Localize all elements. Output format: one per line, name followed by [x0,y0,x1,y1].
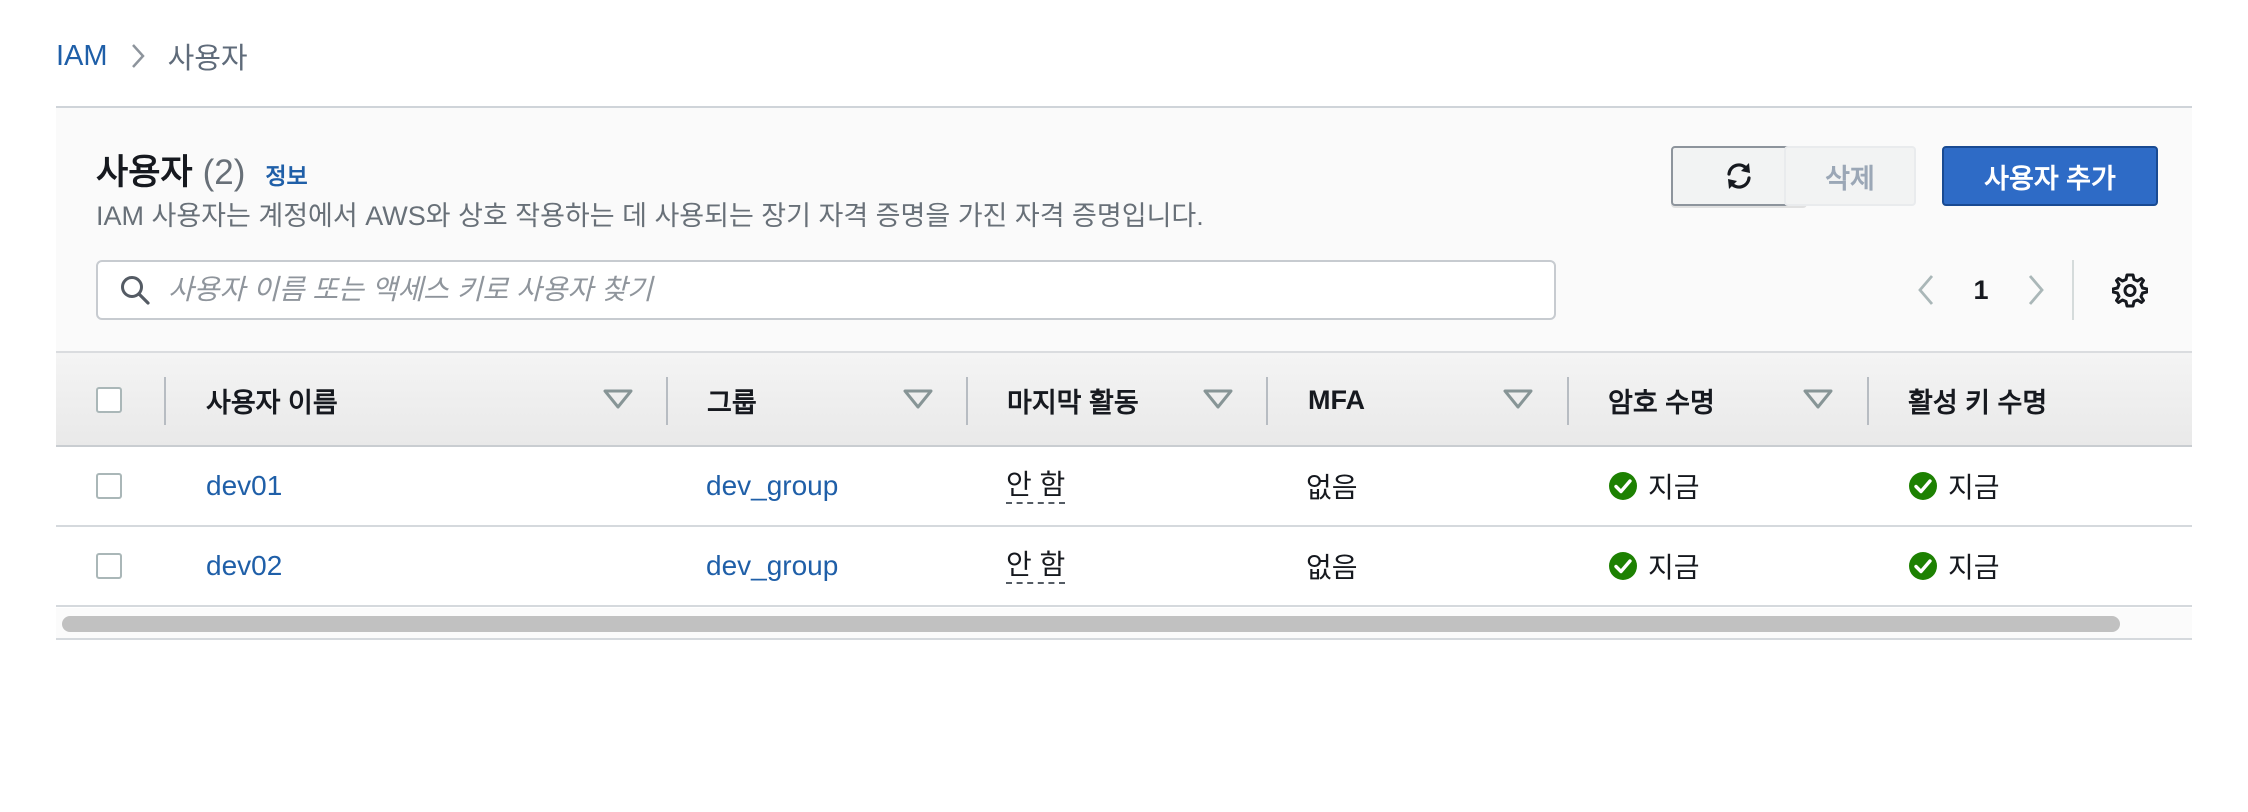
refresh-icon [1727,163,1751,189]
user-name-link[interactable]: dev01 [206,470,282,502]
column-divider [1567,377,1569,425]
success-check-icon [1909,552,1937,580]
column-header-user-name[interactable]: 사용자 이름 [206,353,338,447]
password-age-value: 지금 [1648,552,1700,583]
column-header-mfa[interactable]: MFA [1308,353,1365,447]
iam-users-page: IAM 사용자 사용자 (2) 정보 IAM 사용자는 계정에서 AWS와 상호… [0,0,2248,812]
table-row: dev02 dev_group 안 함 없음 지금 지금 [56,527,2192,607]
column-divider [1266,377,1268,425]
column-header-active-key-age[interactable]: 활성 키 수명 [1908,353,2047,447]
column-divider [164,377,166,425]
last-activity-value[interactable]: 안 함 [1006,468,1066,504]
add-user-button[interactable]: 사용자 추가 [1942,146,2158,206]
search-icon [118,273,152,307]
chevron-right-icon [130,42,146,70]
users-table-container: 사용자 (2) 정보 IAM 사용자는 계정에서 AWS와 상호 작용하는 데 … [56,106,2192,643]
user-name-link[interactable]: dev02 [206,550,282,582]
active-key-age-value: 지금 [1948,472,2000,503]
sort-caret-icon[interactable] [902,387,934,413]
row-checkbox[interactable] [96,473,122,499]
pagination: 1 [1906,260,2056,320]
page-title: 사용자 [96,153,193,192]
sort-caret-icon[interactable] [1502,387,1534,413]
success-check-icon [1909,472,1937,500]
column-divider [666,377,668,425]
search-input[interactable] [166,273,1530,307]
last-activity-value[interactable]: 안 함 [1006,548,1066,584]
mfa-value: 없음 [1306,472,1358,503]
success-check-icon [1609,552,1637,580]
user-count: (2) [202,153,246,192]
password-age-value: 지금 [1648,472,1700,503]
chevron-left-icon [1918,275,1934,305]
search-box [96,260,1556,320]
horizontal-scrollbar[interactable] [56,608,2192,640]
sort-caret-icon[interactable] [1202,387,1234,413]
previous-page-button[interactable] [1906,265,1946,315]
column-divider [1867,377,1869,425]
table-header-area: 사용자 (2) 정보 IAM 사용자는 계정에서 AWS와 상호 작용하는 데 … [56,108,2192,351]
page-number[interactable]: 1 [1946,275,2016,306]
sort-caret-icon[interactable] [602,387,634,413]
mfa-value: 없음 [1306,552,1358,583]
column-header-group[interactable]: 그룹 [707,353,757,447]
info-link[interactable]: 정보 [265,157,307,191]
column-header-last-activity[interactable]: 마지막 활동 [1007,353,1139,447]
group-link[interactable]: dev_group [706,470,838,502]
scrollbar-thumb[interactable] [62,616,2120,632]
chevron-right-icon [2028,275,2044,305]
row-checkbox[interactable] [96,553,122,579]
column-header-password-age[interactable]: 암호 수명 [1608,353,1715,447]
table-row: dev01 dev_group 안 함 없음 지금 지금 [56,447,2192,527]
next-page-button[interactable] [2016,265,2056,315]
active-key-age-value: 지금 [1948,552,2000,583]
select-all-checkbox[interactable] [96,387,122,413]
column-divider [966,377,968,425]
table-header-row: 사용자 이름 그룹 마지막 활동 MFA 암호 수명 활성 키 수명 [56,351,2192,447]
breadcrumb-iam-link[interactable]: IAM [56,40,108,73]
page-title-row: 사용자 (2) 정보 [96,144,308,195]
gear-icon [2112,273,2148,308]
pager-divider [2072,260,2074,320]
group-link[interactable]: dev_group [706,550,838,582]
preferences-button[interactable] [2110,270,2150,310]
breadcrumb: IAM 사용자 [56,36,248,76]
delete-button[interactable]: 삭제 [1784,146,1916,206]
breadcrumb-current: 사용자 [167,43,248,75]
sort-caret-icon[interactable] [1802,387,1834,413]
success-check-icon [1609,472,1637,500]
page-description: IAM 사용자는 계정에서 AWS와 상호 작용하는 데 사용되는 장기 자격 … [96,201,1204,231]
